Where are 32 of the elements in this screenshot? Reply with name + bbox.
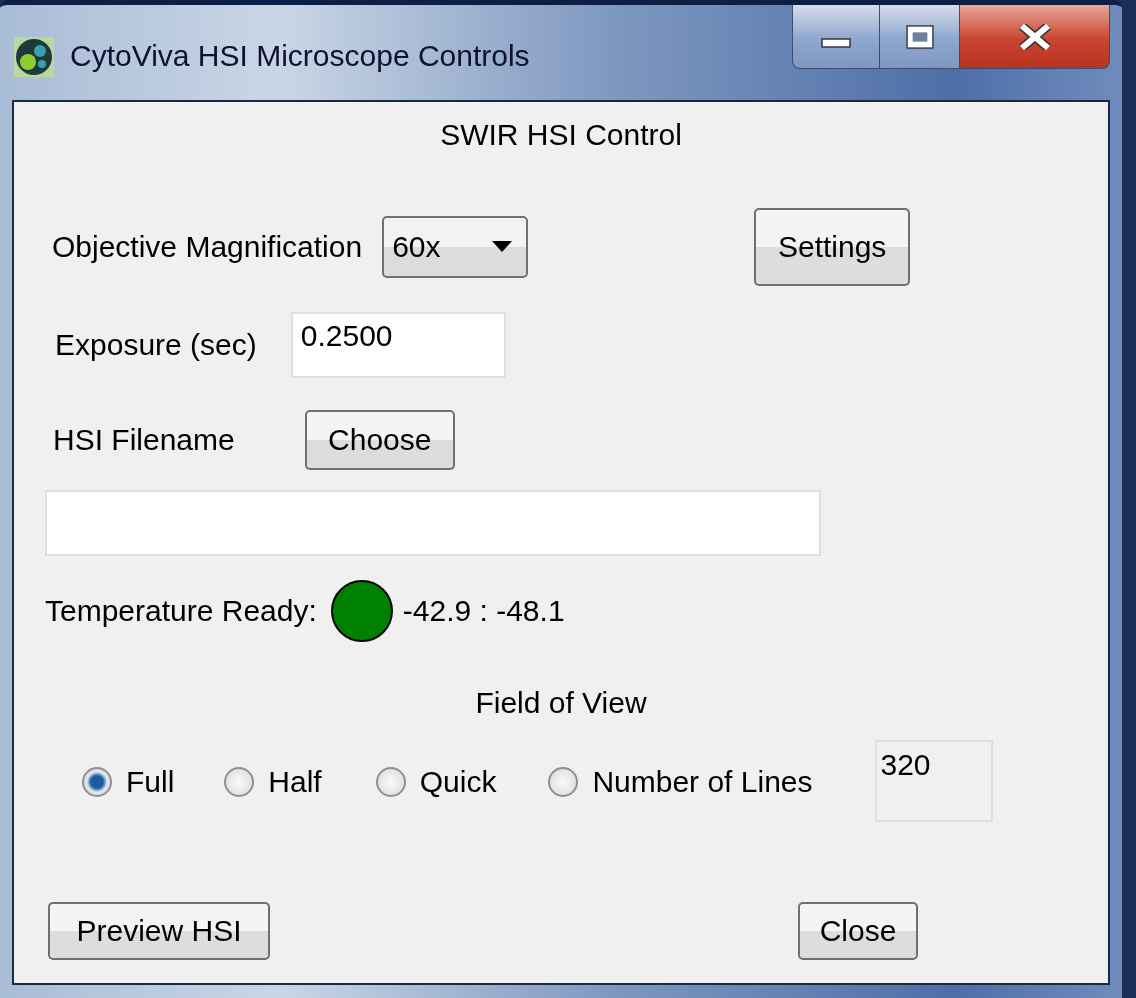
magnification-dropdown[interactable]: 60x xyxy=(382,216,529,278)
minimize-button[interactable] xyxy=(792,5,880,69)
radio-label[interactable]: Full xyxy=(126,765,175,799)
filename-label: HSI Filename xyxy=(53,423,235,457)
exposure-field[interactable]: 0.2500 xyxy=(290,312,506,378)
section-title: Field of View xyxy=(474,686,648,721)
radio-label[interactable]: Number of Lines xyxy=(592,765,813,799)
caret-icon xyxy=(492,241,513,253)
objective-label: Objective Magnification xyxy=(52,230,363,264)
panel-heading: SWIR HSI Control xyxy=(439,118,683,153)
temperature-label: Temperature Ready: xyxy=(45,594,317,628)
radio-button[interactable] xyxy=(224,767,255,797)
radio-label[interactable]: Quick xyxy=(419,765,497,799)
choose-button[interactable]: Choose xyxy=(304,410,455,470)
lines-field[interactable]: 320 xyxy=(874,740,993,822)
radio-button[interactable] xyxy=(375,767,406,797)
exposure-label: Exposure (sec) xyxy=(55,328,257,362)
maximize-button[interactable] xyxy=(880,5,960,69)
preview-button[interactable]: Preview HSI xyxy=(48,902,270,960)
maximize-icon xyxy=(905,24,934,49)
radio-button[interactable] xyxy=(82,767,112,797)
window-title: CytoViva HSI Microscope Controls xyxy=(70,39,530,73)
filename-field[interactable] xyxy=(45,490,821,556)
app-icon xyxy=(14,37,54,77)
temperature-reading: -42.9 : -48.1 xyxy=(402,594,565,628)
close-dialog-button[interactable]: Close xyxy=(798,902,918,960)
close-button[interactable] xyxy=(960,5,1110,69)
close-icon xyxy=(1017,23,1052,50)
radio-label[interactable]: Half xyxy=(268,765,322,799)
settings-button[interactable]: Settings xyxy=(754,208,911,286)
radio-button[interactable] xyxy=(548,767,579,797)
minimize-icon xyxy=(821,35,851,48)
